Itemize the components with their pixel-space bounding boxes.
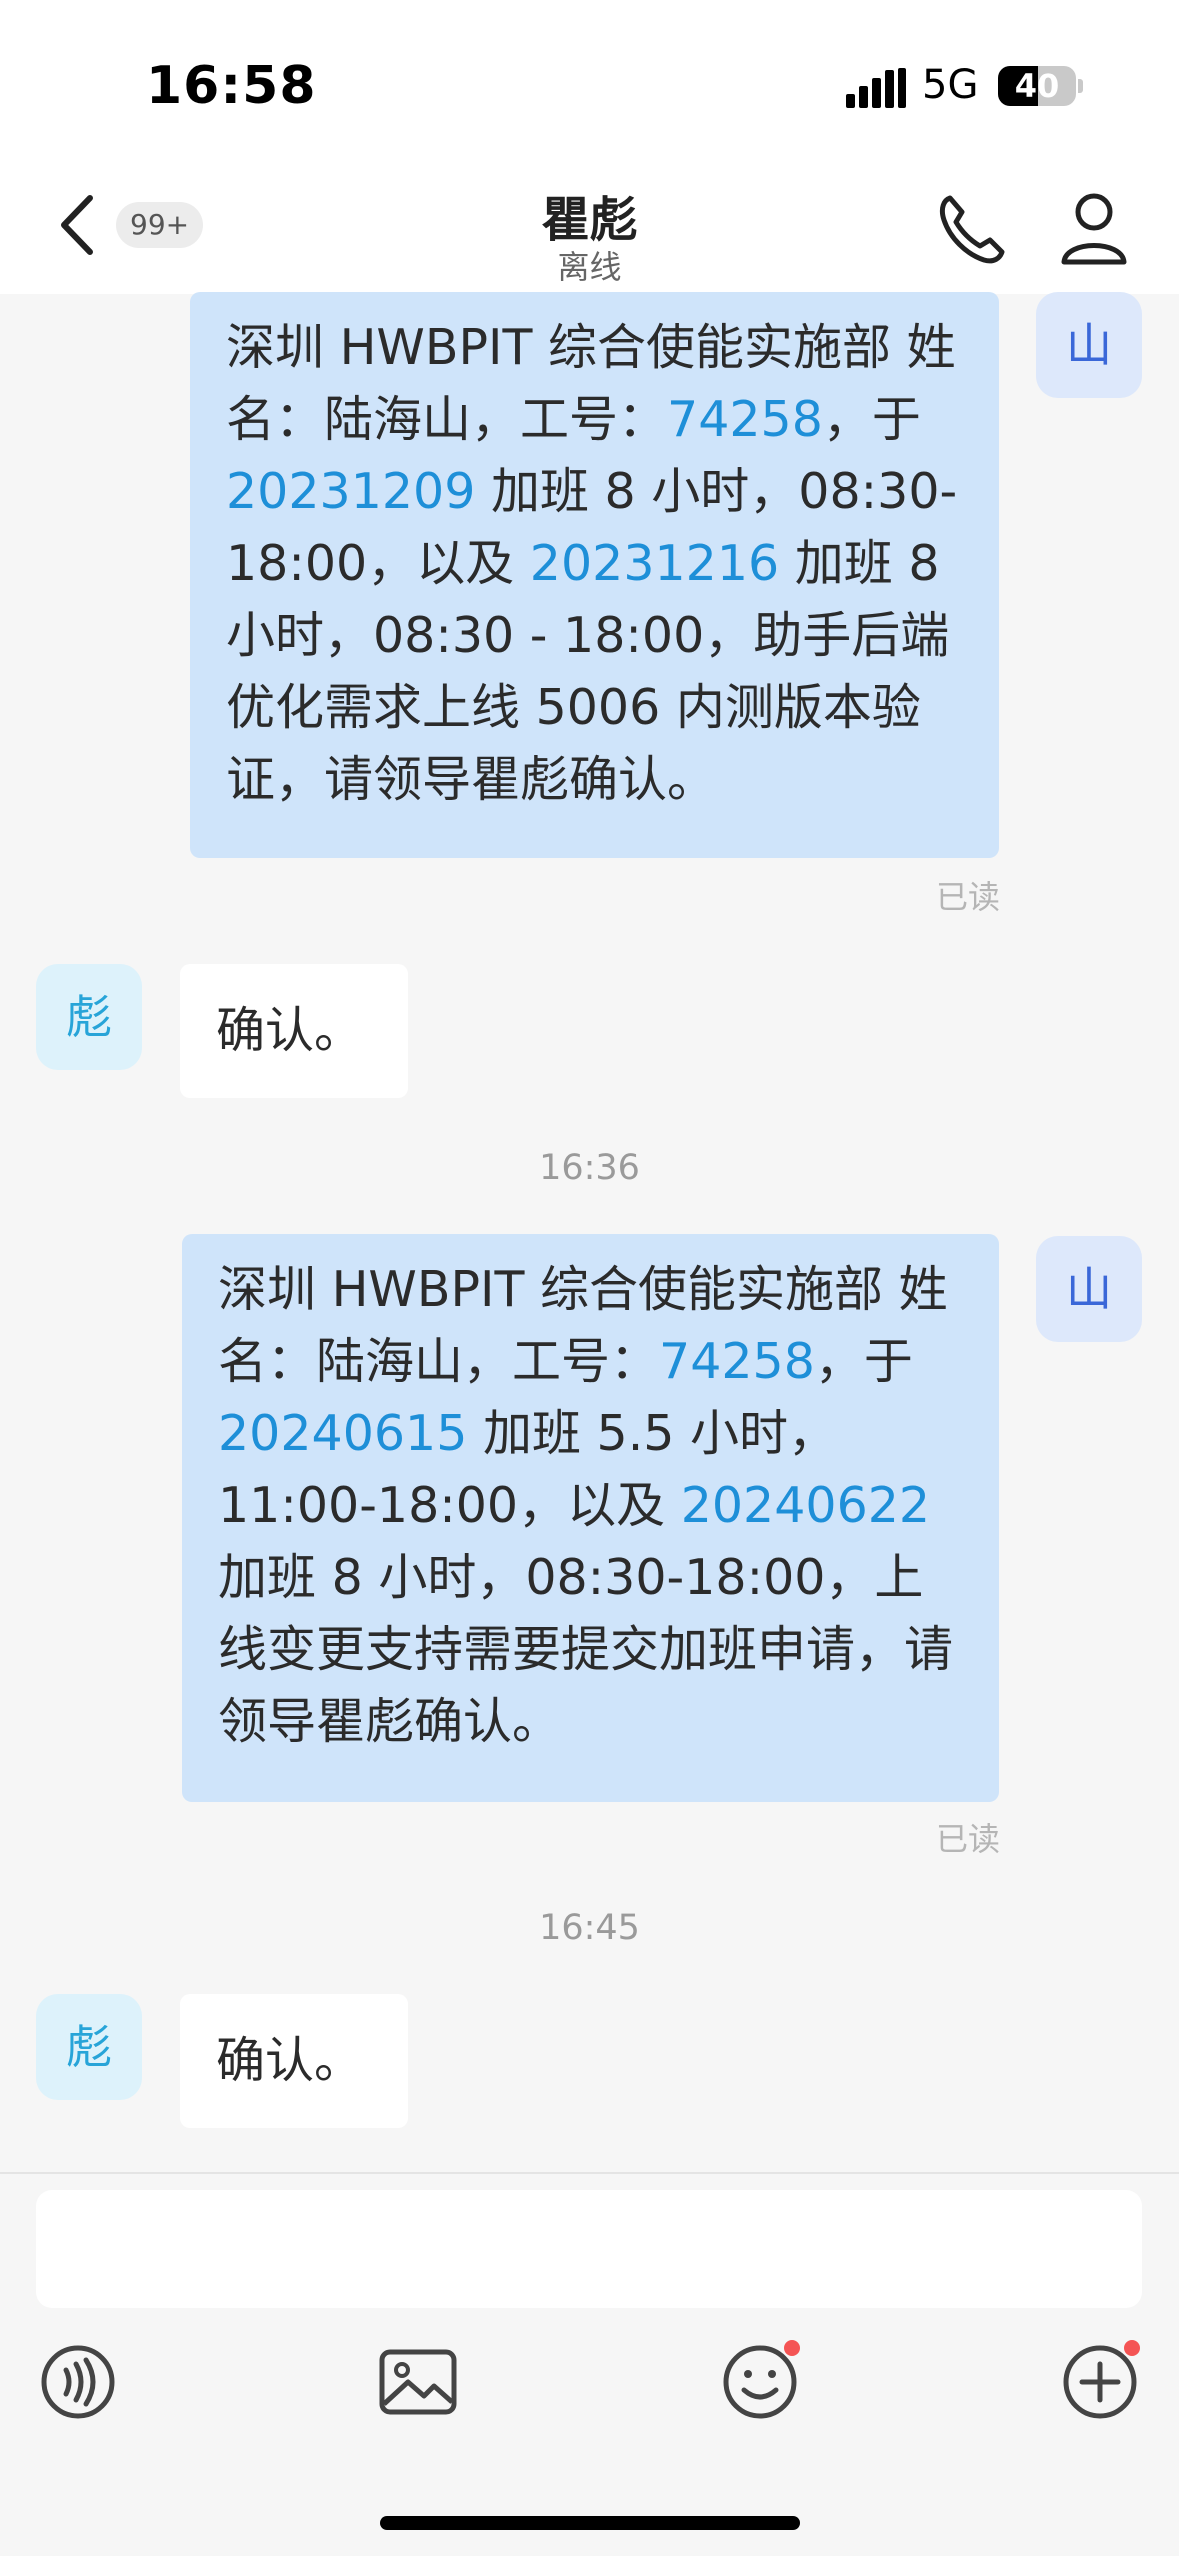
battery-level: 40	[1014, 67, 1060, 105]
date-link[interactable]: 20231209	[226, 463, 475, 520]
employee-id-link[interactable]: 74258	[667, 391, 823, 448]
message-input[interactable]	[36, 2190, 1142, 2308]
avatar-peer[interactable]: 彪	[36, 1994, 142, 2100]
status-time: 16:58	[146, 56, 317, 116]
profile-icon[interactable]	[1056, 188, 1132, 268]
avatar-self[interactable]: 山	[1036, 1236, 1142, 1342]
read-receipt: 已读	[936, 1820, 1001, 1858]
plus-notification-dot	[1124, 2340, 1140, 2356]
battery-tip	[1078, 79, 1083, 93]
message-text: 加班 8 小时，08:30-18:00，上线变更支持需要提交加班申请，请领导瞿彪…	[218, 1549, 954, 1750]
signal-icon	[846, 68, 906, 108]
phone-icon[interactable]	[934, 188, 1010, 268]
emoji-notification-dot	[784, 2340, 800, 2356]
employee-id-link[interactable]: 74258	[659, 1333, 815, 1390]
home-indicator[interactable]	[380, 2516, 800, 2530]
battery-icon: 40	[998, 66, 1076, 106]
input-divider	[0, 2172, 1179, 2174]
message-timestamp: 16:36	[539, 1148, 640, 1188]
date-link[interactable]: 20231216	[530, 535, 779, 592]
message-bubble-outgoing[interactable]: 深圳 HWBPIT 综合使能实施部 姓名：陆海山，工号：74258，于 2024…	[182, 1234, 999, 1802]
voice-icon[interactable]	[38, 2342, 118, 2422]
date-link[interactable]: 20240615	[218, 1405, 467, 1462]
read-receipt: 已读	[936, 878, 1001, 916]
date-link[interactable]: 20240622	[681, 1477, 930, 1534]
message-text: ，于	[822, 391, 921, 448]
avatar-self[interactable]: 山	[1036, 292, 1142, 398]
message-bubble-incoming[interactable]: 确认。	[180, 964, 408, 1098]
network-type: 5G	[922, 62, 979, 108]
message-text: ，于	[814, 1333, 913, 1390]
image-icon[interactable]	[378, 2342, 458, 2422]
message-bubble-incoming[interactable]: 确认。	[180, 1994, 408, 2128]
message-timestamp: 16:45	[539, 1908, 640, 1948]
message-bubble-outgoing[interactable]: 深圳 HWBPIT 综合使能实施部 姓名：陆海山，工号：74258，于 2023…	[190, 292, 999, 858]
avatar-peer[interactable]: 彪	[36, 964, 142, 1070]
